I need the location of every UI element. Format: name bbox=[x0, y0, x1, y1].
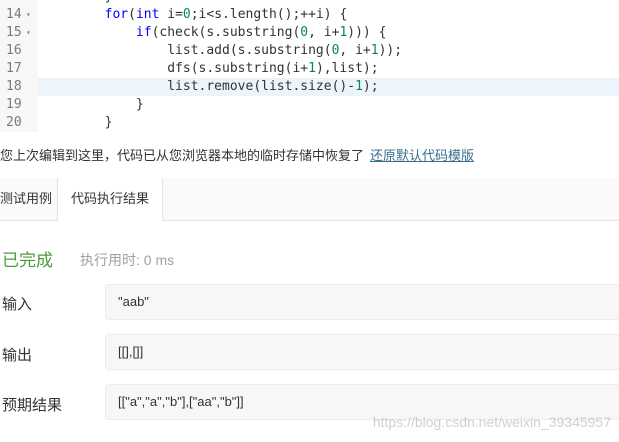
status-text: 已完成 bbox=[2, 251, 53, 270]
line-number: 18 bbox=[6, 79, 22, 94]
code-token: 1 bbox=[355, 79, 363, 94]
code-token: dfs(s.substring(i+ bbox=[42, 61, 309, 76]
code-line[interactable]: 15 ▾ if(check(s.substring(0, i+1))) { bbox=[0, 24, 619, 42]
line-number: 16 bbox=[6, 43, 22, 58]
watermark: https://blog.csdn.net/weixin_39345957 bbox=[372, 414, 611, 430]
input-value-box: "aab" bbox=[105, 284, 619, 320]
code-token: } bbox=[42, 115, 113, 130]
fold-arrow-icon[interactable]: ▾ bbox=[26, 6, 31, 24]
code-token: ))) { bbox=[347, 25, 387, 40]
code-token: 1 bbox=[370, 43, 379, 58]
fold-arrow-icon[interactable]: ▾ bbox=[26, 24, 31, 42]
restore-default-template-link[interactable]: 还原默认代码模版 bbox=[370, 148, 474, 163]
code-line[interactable]: 20 } bbox=[0, 114, 619, 132]
code-token: 0 bbox=[300, 25, 309, 40]
line-number: 15 bbox=[6, 25, 22, 40]
code-token: )); bbox=[378, 43, 403, 58]
code-editor[interactable]: 13 }14▾ for(int i=0;i<s.length();++i) {1… bbox=[0, 0, 619, 132]
code-token: , i+ bbox=[339, 43, 371, 58]
code-token: ;i<s.length();++i) { bbox=[190, 7, 348, 22]
input-label: 输入 bbox=[2, 296, 33, 313]
output-value-box: [[],[]] bbox=[105, 334, 619, 370]
line-number: 20 bbox=[6, 115, 22, 130]
line-gutter: 16 bbox=[0, 42, 38, 60]
code-token: ),list); bbox=[315, 61, 379, 76]
code-line[interactable]: 16 list.add(s.substring(0, i+1)); bbox=[0, 42, 619, 60]
line-number: 19 bbox=[6, 97, 22, 112]
result-tabs: 测试用例 代码执行结果 bbox=[0, 178, 619, 221]
code-token: ); bbox=[362, 79, 379, 94]
code-token: for bbox=[104, 7, 129, 22]
code-token: i= bbox=[159, 7, 183, 22]
execution-time: 执行用时: 0 ms bbox=[80, 252, 175, 268]
code-text: list.add(s.substring(0, i+1)); bbox=[42, 42, 402, 60]
code-text: } bbox=[42, 96, 144, 114]
output-label: 输出 bbox=[2, 347, 33, 364]
code-token: 0 bbox=[182, 7, 191, 22]
code-text: for(int i=0;i<s.length();++i) { bbox=[42, 6, 348, 24]
code-text: if(check(s.substring(0, i+1))) { bbox=[42, 24, 386, 42]
line-gutter: 20 bbox=[0, 114, 38, 132]
code-token: } bbox=[42, 97, 144, 112]
tab-testcase[interactable]: 测试用例 bbox=[0, 178, 64, 220]
code-token: ( bbox=[128, 7, 136, 22]
code-token: int bbox=[135, 7, 160, 22]
line-number: 17 bbox=[6, 61, 22, 76]
tab-execution-result[interactable]: 代码执行结果 bbox=[57, 178, 163, 221]
code-line[interactable]: 19 } bbox=[0, 96, 619, 114]
code-text: } bbox=[42, 114, 113, 132]
restore-notice-text: 您上次编辑到这里，代码已从您浏览器本地的临时存储中恢复了 bbox=[0, 148, 365, 163]
code-text: dfs(s.substring(i+1),list); bbox=[42, 60, 379, 78]
restore-notice: 您上次编辑到这里，代码已从您浏览器本地的临时存储中恢复了 还原默认代码模版 bbox=[0, 146, 474, 166]
line-gutter: 14 ▾ bbox=[0, 6, 38, 24]
line-gutter: 18 bbox=[0, 78, 38, 96]
code-line[interactable]: 14 ▾ for(int i=0;i<s.length();++i) { bbox=[0, 6, 619, 24]
line-gutter: 15 ▾ bbox=[0, 24, 38, 42]
code-token: } bbox=[42, 0, 113, 4]
expected-value: [["a","a","b"],["aa","b"]] bbox=[118, 394, 244, 409]
code-line[interactable]: 17 dfs(s.substring(i+1),list); bbox=[0, 60, 619, 78]
line-gutter: 17 bbox=[0, 60, 38, 78]
code-token: , i+ bbox=[308, 25, 340, 40]
output-value: [[],[]] bbox=[118, 344, 144, 359]
code-token: if bbox=[135, 25, 152, 40]
code-token: 1 bbox=[308, 61, 316, 76]
line-number: 14 bbox=[6, 7, 22, 22]
expected-label: 预期结果 bbox=[2, 397, 63, 414]
code-token: list.remove(list.size()- bbox=[42, 79, 356, 94]
code-line[interactable]: 18 list.remove(list.size()-1); bbox=[0, 78, 619, 96]
line-gutter: 19 bbox=[0, 96, 38, 114]
code-token: (check(s.substring( bbox=[151, 25, 301, 40]
code-token: list.add(s.substring( bbox=[42, 43, 332, 58]
input-value: "aab" bbox=[118, 294, 149, 309]
code-text: list.remove(list.size()-1); bbox=[42, 78, 379, 96]
